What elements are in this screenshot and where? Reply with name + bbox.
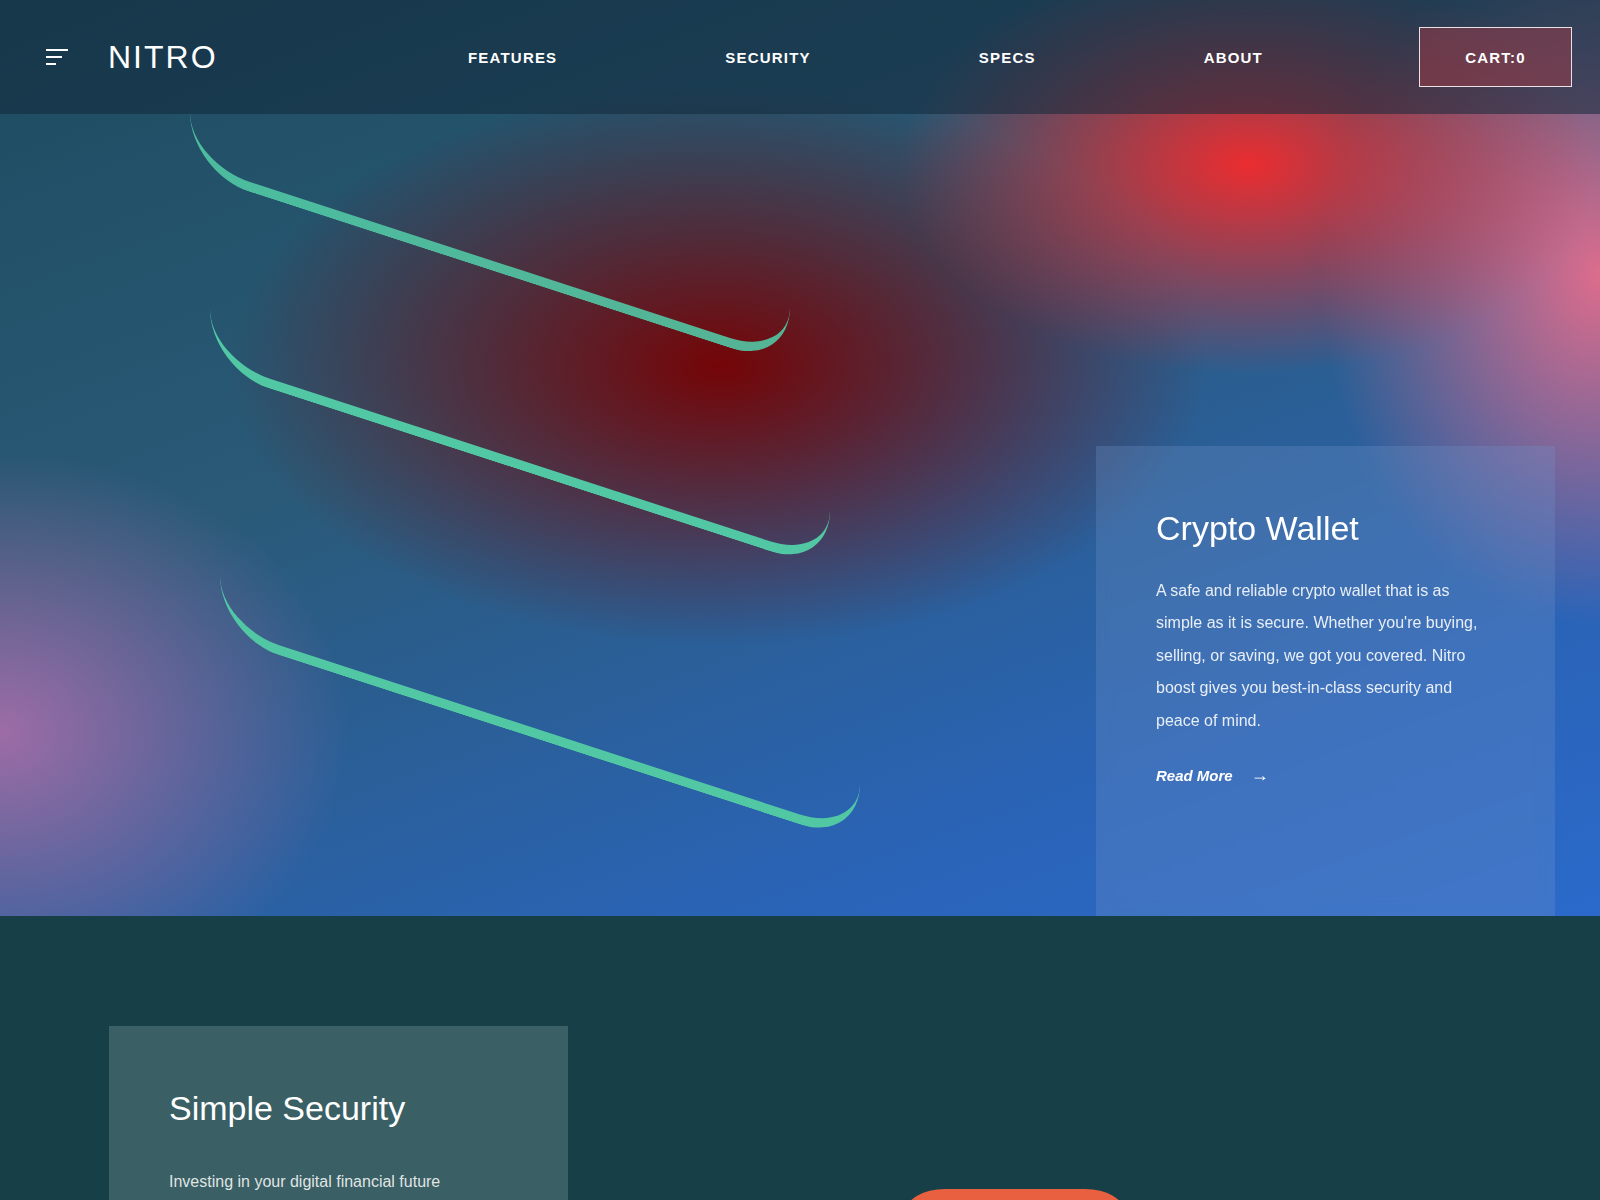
cart-button[interactable]: CART:0 <box>1419 27 1572 87</box>
page: NITRO FEATURES SECURITY SPECS ABOUT CART:0 Cry… <box>0 0 1600 1200</box>
product-image <box>905 1189 1125 1200</box>
main-nav: FEATURES SECURITY SPECS ABOUT <box>468 49 1263 66</box>
logo[interactable]: NITRO <box>108 39 218 76</box>
nav-item[interactable]: SPECS <box>979 49 1036 66</box>
nav-item[interactable]: ABOUT <box>1204 49 1263 66</box>
security-card: Simple Security Investing in your digital… <box>109 1026 568 1200</box>
hero: NITRO FEATURES SECURITY SPECS ABOUT CART:0 Cry… <box>0 0 1600 916</box>
nav-item[interactable]: FEATURES <box>468 49 557 66</box>
card-body: Investing in your digital financial futu… <box>169 1167 508 1197</box>
card-title: Crypto Wallet <box>1156 508 1495 549</box>
read-more-link[interactable]: Read More→ <box>1156 765 1269 786</box>
arrow-icon: → <box>1251 765 1269 786</box>
card-title: Simple Security <box>169 1088 508 1129</box>
nav-item[interactable]: SECURITY <box>725 49 810 66</box>
card-body: A safe and reliable crypto wallet that i… <box>1156 575 1495 738</box>
menu-icon[interactable] <box>46 48 68 66</box>
security-section: Simple Security Investing in your digital… <box>0 916 1600 1200</box>
top-bar: NITRO FEATURES SECURITY SPECS ABOUT CART:0 <box>0 0 1600 114</box>
hero-card: Crypto Wallet A safe and reliable crypto … <box>1096 446 1555 916</box>
brand: NITRO <box>46 39 468 76</box>
